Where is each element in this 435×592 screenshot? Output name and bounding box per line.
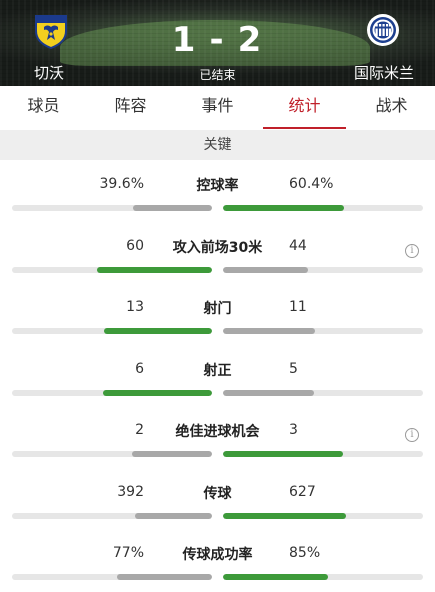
away-stat-value: 5 (289, 360, 298, 377)
stat-row-pass-accuracy: 77% 传球成功率 85% (0, 529, 435, 591)
away-stat-bar-fill (223, 205, 344, 211)
stats-list: 39.6% 控球率 60.4% 60 攻入前场30米 44 i 13 射门 11… (0, 160, 435, 591)
stat-label: 控球率 (196, 178, 239, 194)
tab-tactics[interactable]: 战术 (348, 86, 435, 130)
home-stat-bar-fill (117, 574, 212, 580)
away-stat-value: 85% (289, 545, 321, 561)
away-stat-bar (223, 574, 423, 580)
home-stat-bar (12, 205, 212, 211)
away-stat-value: 627 (289, 483, 316, 500)
tab-players[interactable]: 球员 (0, 86, 87, 130)
away-stat-bar-fill (223, 266, 308, 273)
home-stat-bar-fill (96, 266, 212, 273)
home-score: 1 (171, 20, 198, 60)
stat-label: 传球 (203, 485, 232, 502)
home-stat-bar-fill (132, 205, 212, 211)
away-stat-bar-fill (223, 328, 315, 334)
away-stat-value: 60.4% (289, 176, 334, 192)
stat-label: 攻入前场30米 (172, 239, 263, 256)
stat-row-final-third-entries: 60 攻入前场30米 44 i (0, 222, 435, 284)
away-stat-bar-fill (223, 574, 328, 580)
away-stat-bar (223, 512, 423, 519)
match-header: 切沃 国际米兰 1-2 已结束 (0, 0, 435, 86)
away-stat-value: 3 (289, 422, 298, 438)
home-stat-bar (12, 574, 212, 580)
info-icon[interactable]: i (405, 243, 419, 258)
away-stat-bar (223, 389, 423, 396)
score-separator: - (209, 20, 226, 60)
away-stat-bar (223, 266, 423, 273)
stat-label: 绝佳进球机会 (175, 424, 260, 440)
tab-bar: 球员 阵容 事件 统计 战术 (0, 86, 435, 130)
home-stat-bar (12, 328, 212, 334)
away-stat-bar-fill (223, 451, 343, 457)
tab-lineup[interactable]: 阵容 (87, 86, 174, 130)
away-stat-bar (223, 205, 423, 211)
home-stat-bar (12, 266, 212, 273)
stat-row-shots: 13 射门 11 (0, 283, 435, 345)
home-stat-bar (12, 512, 212, 519)
match-status: 已结束 (199, 68, 236, 82)
home-stat-bar-fill (135, 512, 212, 519)
away-stat-bar (223, 451, 423, 457)
stat-row-passes: 392 传球 627 (0, 468, 435, 530)
tab-events[interactable]: 事件 (174, 86, 261, 130)
home-stat-bar (12, 389, 212, 396)
away-stat-value: 44 (289, 237, 307, 254)
home-stat-bar-fill (132, 451, 212, 457)
stat-row-possession: 39.6% 控球率 60.4% (0, 160, 435, 222)
tab-stats[interactable]: 统计 (261, 86, 348, 130)
info-icon[interactable]: i (405, 428, 419, 442)
home-stat-bar-fill (103, 328, 212, 334)
away-score: 2 (237, 20, 264, 60)
away-stat-bar (223, 328, 423, 334)
stat-label: 传球成功率 (182, 547, 253, 563)
away-stat-value: 11 (289, 299, 307, 315)
section-header-key: 关键 (0, 130, 435, 160)
home-stat-bar (12, 451, 212, 457)
away-stat-bar-fill (223, 389, 314, 396)
home-stat-bar-fill (103, 389, 212, 396)
match-score: 1-2 (0, 20, 435, 60)
stat-row-shots-on-target: 6 射正 5 (0, 345, 435, 407)
stat-label: 射正 (203, 362, 232, 379)
stat-label: 射门 (203, 301, 232, 317)
away-stat-bar-fill (223, 512, 346, 519)
stat-row-big-chances: 2 绝佳进球机会 3 i (0, 406, 435, 468)
